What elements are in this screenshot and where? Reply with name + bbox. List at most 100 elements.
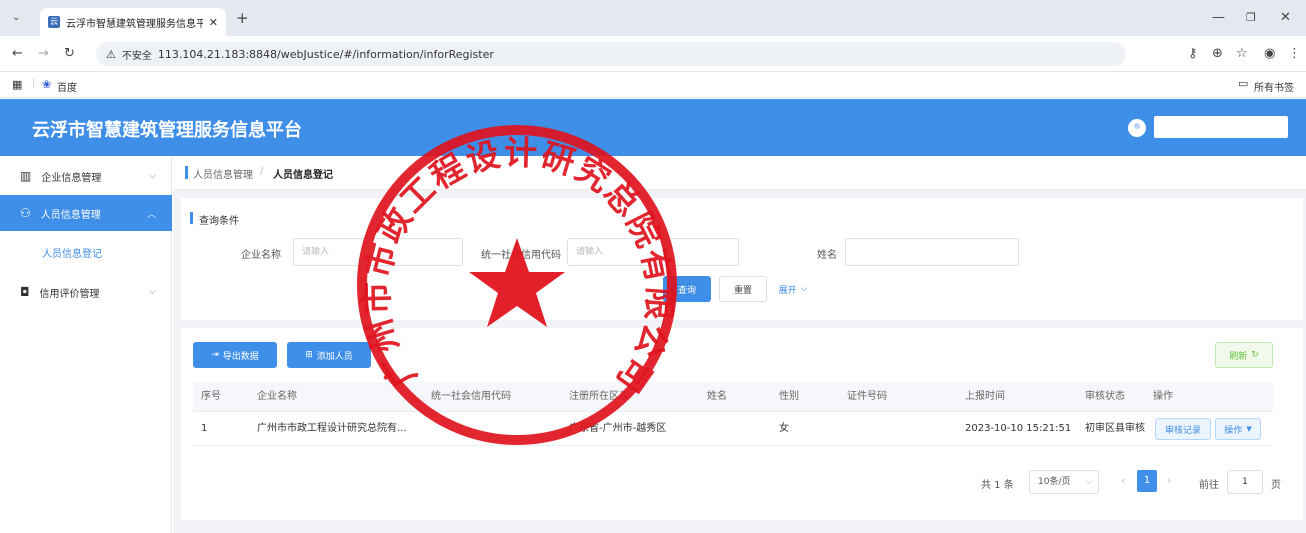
export-button[interactable]: ⇥ 导出数据 — [193, 342, 277, 368]
chevron-up-icon: ︿ — [146, 209, 156, 220]
cell-index: 1 — [201, 423, 208, 434]
page-size-select[interactable]: 10条/页 ⌵ — [1029, 470, 1099, 494]
plus-box-icon: ⊞ — [305, 350, 313, 360]
security-label: 不安全 — [121, 50, 152, 62]
query-title: 查询条件 — [199, 216, 239, 227]
chevron-down-icon: ⌵ — [800, 284, 808, 294]
warning-icon: ⚠ — [106, 47, 116, 61]
query-panel: 查询条件 企业名称 请输入 统一社会信用代码 请输入 姓名 查询 重置 展开 ⌵ — [181, 198, 1303, 320]
people-icon: ⚇ — [20, 206, 31, 220]
goto-page-input[interactable]: 1 — [1227, 470, 1263, 494]
breadcrumb-parent[interactable]: 人员信息管理 — [193, 166, 253, 181]
restore-icon[interactable]: ❐ — [1246, 6, 1256, 30]
sidebar-item-label: 人员信息登记 — [42, 248, 102, 260]
url-bar[interactable]: ⚠ 不安全 113.104.21.183:8848/webJustice/#/i… — [96, 42, 1126, 66]
bookmark-divider: | — [32, 77, 36, 88]
chevron-down-icon: ⌵ — [149, 287, 156, 297]
star-icon[interactable]: ☆ — [1236, 42, 1248, 66]
chevron-down-icon: ⌵ — [149, 171, 156, 181]
expand-button[interactable]: 展开 ⌵ — [771, 276, 815, 302]
sidebar-item-label: 人员信息管理 — [40, 209, 101, 221]
col-company: 企业名称 — [257, 391, 297, 402]
reload-icon[interactable]: ↻ — [64, 42, 75, 66]
sidebar-item-personnel-register[interactable]: 人员信息登记 — [0, 234, 172, 270]
cell-status: 初审区县审核 — [1085, 423, 1145, 434]
col-id-number: 证件号码 — [847, 391, 887, 402]
minimize-icon[interactable]: — — [1212, 6, 1225, 30]
chevron-down-icon: ⌵ — [1085, 477, 1092, 487]
shield-icon: ◘ — [20, 285, 30, 299]
add-person-label: 添加人员 — [316, 351, 353, 362]
caret-down-icon: ▼ — [1246, 425, 1252, 433]
baidu-icon: ❀ — [42, 78, 52, 91]
audit-record-button[interactable]: 审核记录 — [1155, 418, 1211, 440]
col-actions: 操作 — [1153, 391, 1173, 402]
main-content: 人员信息管理 / 人员信息登记 查询条件 企业名称 请输入 统一社会信用代码 请… — [173, 156, 1306, 533]
col-name: 姓名 — [707, 391, 727, 402]
address-bar-row: ← → ↻ ⚠ 不安全 113.104.21.183:8848/webJusti… — [0, 36, 1306, 72]
cell-gender: 女 — [779, 423, 789, 434]
breadcrumb: 人员信息管理 / 人员信息登记 — [173, 156, 1306, 190]
refresh-label: 刷新 — [1229, 351, 1248, 362]
cell-report-time: 2023-10-10 15:21:51 — [965, 423, 1072, 434]
breadcrumb-separator: / — [260, 166, 264, 177]
operation-label: 操作 — [1224, 425, 1243, 436]
refresh-icon: ↻ — [1251, 350, 1259, 360]
sidebar: ▥ 企业信息管理 ⌵ ⚇ 人员信息管理 ︿ 人员信息登记 ◘ 信用评价管理 ⌵ — [0, 156, 172, 533]
profile-icon[interactable]: ◉ — [1264, 42, 1275, 66]
tab-title: 云浮市智慧建筑管理服务信息平 — [66, 18, 203, 30]
user-name-box[interactable] — [1154, 116, 1288, 138]
zoom-icon[interactable]: ⊕ — [1212, 42, 1223, 66]
site-favicon-icon: 云 — [48, 16, 60, 28]
all-bookmarks[interactable]: 所有书签 — [1254, 79, 1294, 94]
browser-tab[interactable]: 云 云浮市智慧建筑管理服务信息平 ✕ — [40, 8, 226, 36]
official-seal-stamp: 广州市市政工程设计研究总院有限公司 — [357, 125, 678, 445]
back-icon[interactable]: ← — [12, 42, 23, 66]
sidebar-item-credit[interactable]: ◘ 信用评价管理 ⌵ — [0, 274, 172, 310]
forward-icon[interactable]: → — [38, 42, 49, 66]
tab-search-icon[interactable]: ⌄ — [12, 6, 20, 30]
expand-label: 展开 — [778, 285, 797, 296]
export-label: 导出数据 — [222, 351, 259, 362]
col-status: 审核状态 — [1085, 391, 1125, 402]
col-index: 序号 — [201, 391, 221, 402]
page-unit-label: 页 — [1271, 480, 1281, 491]
person-name-input[interactable] — [845, 238, 1019, 266]
next-page-icon[interactable]: › — [1167, 474, 1171, 487]
key-icon[interactable]: ⚷ — [1188, 42, 1198, 66]
breadcrumb-marker — [185, 166, 188, 179]
seal-star-icon — [469, 238, 565, 327]
goto-label: 前往 — [1199, 480, 1219, 491]
col-gender: 性别 — [779, 391, 799, 402]
page-1-button[interactable]: 1 — [1137, 470, 1157, 492]
col-report-time: 上报时间 — [965, 391, 1005, 402]
bookmark-baidu[interactable]: 百度 — [57, 79, 77, 94]
breadcrumb-current: 人员信息登记 — [273, 170, 333, 181]
export-icon: ⇥ — [211, 350, 219, 360]
close-tab-icon[interactable]: ✕ — [209, 16, 218, 29]
reset-button[interactable]: 重置 — [719, 276, 767, 302]
sidebar-item-label: 企业信息管理 — [41, 172, 102, 184]
bookmarks-bar: ▦ | ❀ 百度 ▭ 所有书签 — [0, 72, 1306, 98]
url-text: 113.104.21.183:8848/webJustice/#/informa… — [157, 47, 494, 61]
operation-dropdown[interactable]: 操作 ▼ — [1215, 418, 1261, 440]
sidebar-item-enterprise[interactable]: ▥ 企业信息管理 ⌵ — [0, 158, 172, 194]
app-title: 云浮市智慧建筑管理服务信息平台 — [32, 120, 302, 141]
pagination-total: 共 1 条 — [981, 480, 1014, 491]
company-name-label: 企业名称 — [241, 250, 281, 261]
sidebar-item-personnel[interactable]: ⚇ 人员信息管理 ︿ — [0, 195, 172, 231]
new-tab-button[interactable]: + — [236, 9, 249, 27]
close-window-icon[interactable]: ✕ — [1280, 6, 1291, 30]
apps-grid-icon[interactable]: ▦ — [12, 78, 22, 91]
browser-tab-bar: ⌄ 云 云浮市智慧建筑管理服务信息平 ✕ + — ❐ ✕ — [0, 0, 1306, 36]
refresh-button[interactable]: 刷新 ↻ — [1215, 342, 1273, 368]
prev-page-icon[interactable]: ‹ — [1121, 474, 1125, 487]
folder-icon: ▭ — [1238, 77, 1249, 90]
menu-dots-icon[interactable]: ⋮ — [1288, 42, 1301, 66]
building-icon: ▥ — [20, 169, 32, 183]
user-avatar-icon[interactable] — [1128, 119, 1146, 137]
page-size-value: 10条/页 — [1038, 477, 1071, 487]
person-name-label: 姓名 — [817, 250, 837, 261]
list-panel: ⇥ 导出数据 ⊞ 添加人员 刷新 ↻ 序号 企业名称 统一社会信用代码 注册所在… — [181, 328, 1303, 520]
sidebar-item-label: 信用评价管理 — [39, 288, 100, 300]
